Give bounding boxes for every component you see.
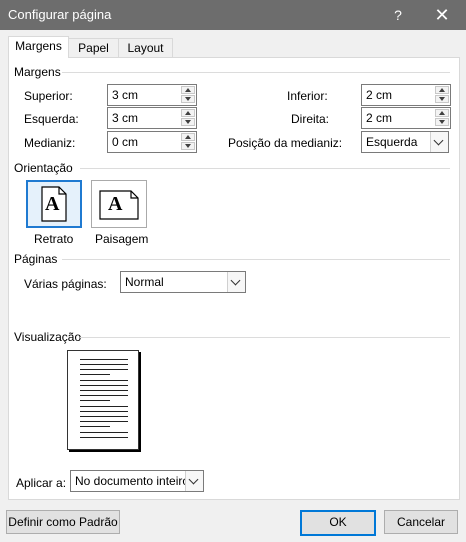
margens-section-title: Margens	[14, 65, 61, 79]
cancel-button[interactable]: Cancelar	[384, 510, 458, 534]
visualizacao-section-title: Visualização	[14, 330, 82, 344]
spin-down-icon[interactable]	[181, 118, 195, 126]
direita-value[interactable]: 2 cm	[366, 111, 392, 125]
window-title: Configurar página	[8, 7, 112, 22]
orientacao-section-title: Orientação	[14, 161, 73, 175]
definir-padrao-button[interactable]: Definir como Padrão	[6, 510, 120, 534]
direita-label: Direita:	[291, 112, 330, 126]
posicao-medianiz-select[interactable]: Esquerda	[361, 131, 449, 153]
title-bar: Configurar página ? ✕	[0, 0, 466, 30]
spin-down-icon[interactable]	[181, 142, 195, 150]
chevron-down-icon[interactable]	[227, 272, 245, 292]
varias-paginas-label: Várias páginas:	[24, 277, 107, 291]
paisagem-label[interactable]: Paisagem	[95, 232, 148, 246]
ok-button[interactable]: OK	[300, 510, 376, 536]
esquerda-value[interactable]: 3 cm	[112, 111, 138, 125]
superior-label: Superior:	[24, 89, 73, 103]
spin-down-icon[interactable]	[181, 95, 195, 103]
section-divider	[62, 259, 450, 260]
close-button[interactable]: ✕	[428, 4, 456, 26]
retrato-label[interactable]: Retrato	[34, 232, 73, 246]
spin-up-icon[interactable]	[181, 133, 195, 141]
medianiz-label: Medianiz:	[24, 136, 76, 150]
section-divider	[80, 168, 450, 169]
section-divider	[62, 72, 450, 73]
medianiz-value[interactable]: 0 cm	[112, 135, 138, 149]
aplicar-select[interactable]: No documento inteiro	[70, 470, 204, 492]
varias-paginas-value[interactable]: Normal	[125, 275, 164, 289]
paginas-section-title: Páginas	[14, 252, 58, 266]
inferior-value[interactable]: 2 cm	[366, 88, 392, 102]
chevron-down-icon[interactable]	[430, 132, 448, 152]
spin-up-icon[interactable]	[181, 109, 195, 117]
superior-spinner[interactable]: 3 cm	[107, 84, 197, 106]
paisagem-icon-letter: A	[108, 193, 123, 215]
varias-paginas-select[interactable]: Normal	[120, 271, 246, 293]
page-preview	[67, 350, 139, 450]
esquerda-spinner[interactable]: 3 cm	[107, 107, 197, 129]
tab-layout[interactable]: Layout	[118, 38, 173, 57]
spin-down-icon[interactable]	[435, 95, 449, 103]
retrato-option[interactable]: A	[26, 180, 82, 228]
esquerda-label: Esquerda:	[24, 112, 79, 126]
inferior-label: Inferior:	[287, 89, 328, 103]
help-button[interactable]: ?	[384, 4, 412, 26]
spin-up-icon[interactable]	[435, 109, 449, 117]
medianiz-spinner[interactable]: 0 cm	[107, 131, 197, 153]
posicao-medianiz-value[interactable]: Esquerda	[366, 135, 417, 149]
direita-spinner[interactable]: 2 cm	[361, 107, 451, 129]
aplicar-value[interactable]: No documento inteiro	[75, 474, 189, 488]
chevron-down-icon[interactable]	[185, 471, 203, 491]
spin-up-icon[interactable]	[435, 86, 449, 94]
spin-up-icon[interactable]	[181, 86, 195, 94]
section-divider	[80, 337, 450, 338]
posicao-medianiz-label: Posição da medianiz:	[228, 136, 343, 150]
aplicar-label: Aplicar a:	[16, 476, 67, 490]
paisagem-option[interactable]: A	[91, 180, 147, 228]
inferior-spinner[interactable]: 2 cm	[361, 84, 451, 106]
spin-down-icon[interactable]	[435, 118, 449, 126]
tab-margens[interactable]: Margens	[8, 36, 69, 58]
retrato-icon-letter: A	[45, 193, 60, 215]
tab-papel[interactable]: Papel	[67, 38, 120, 57]
superior-value[interactable]: 3 cm	[112, 88, 138, 102]
